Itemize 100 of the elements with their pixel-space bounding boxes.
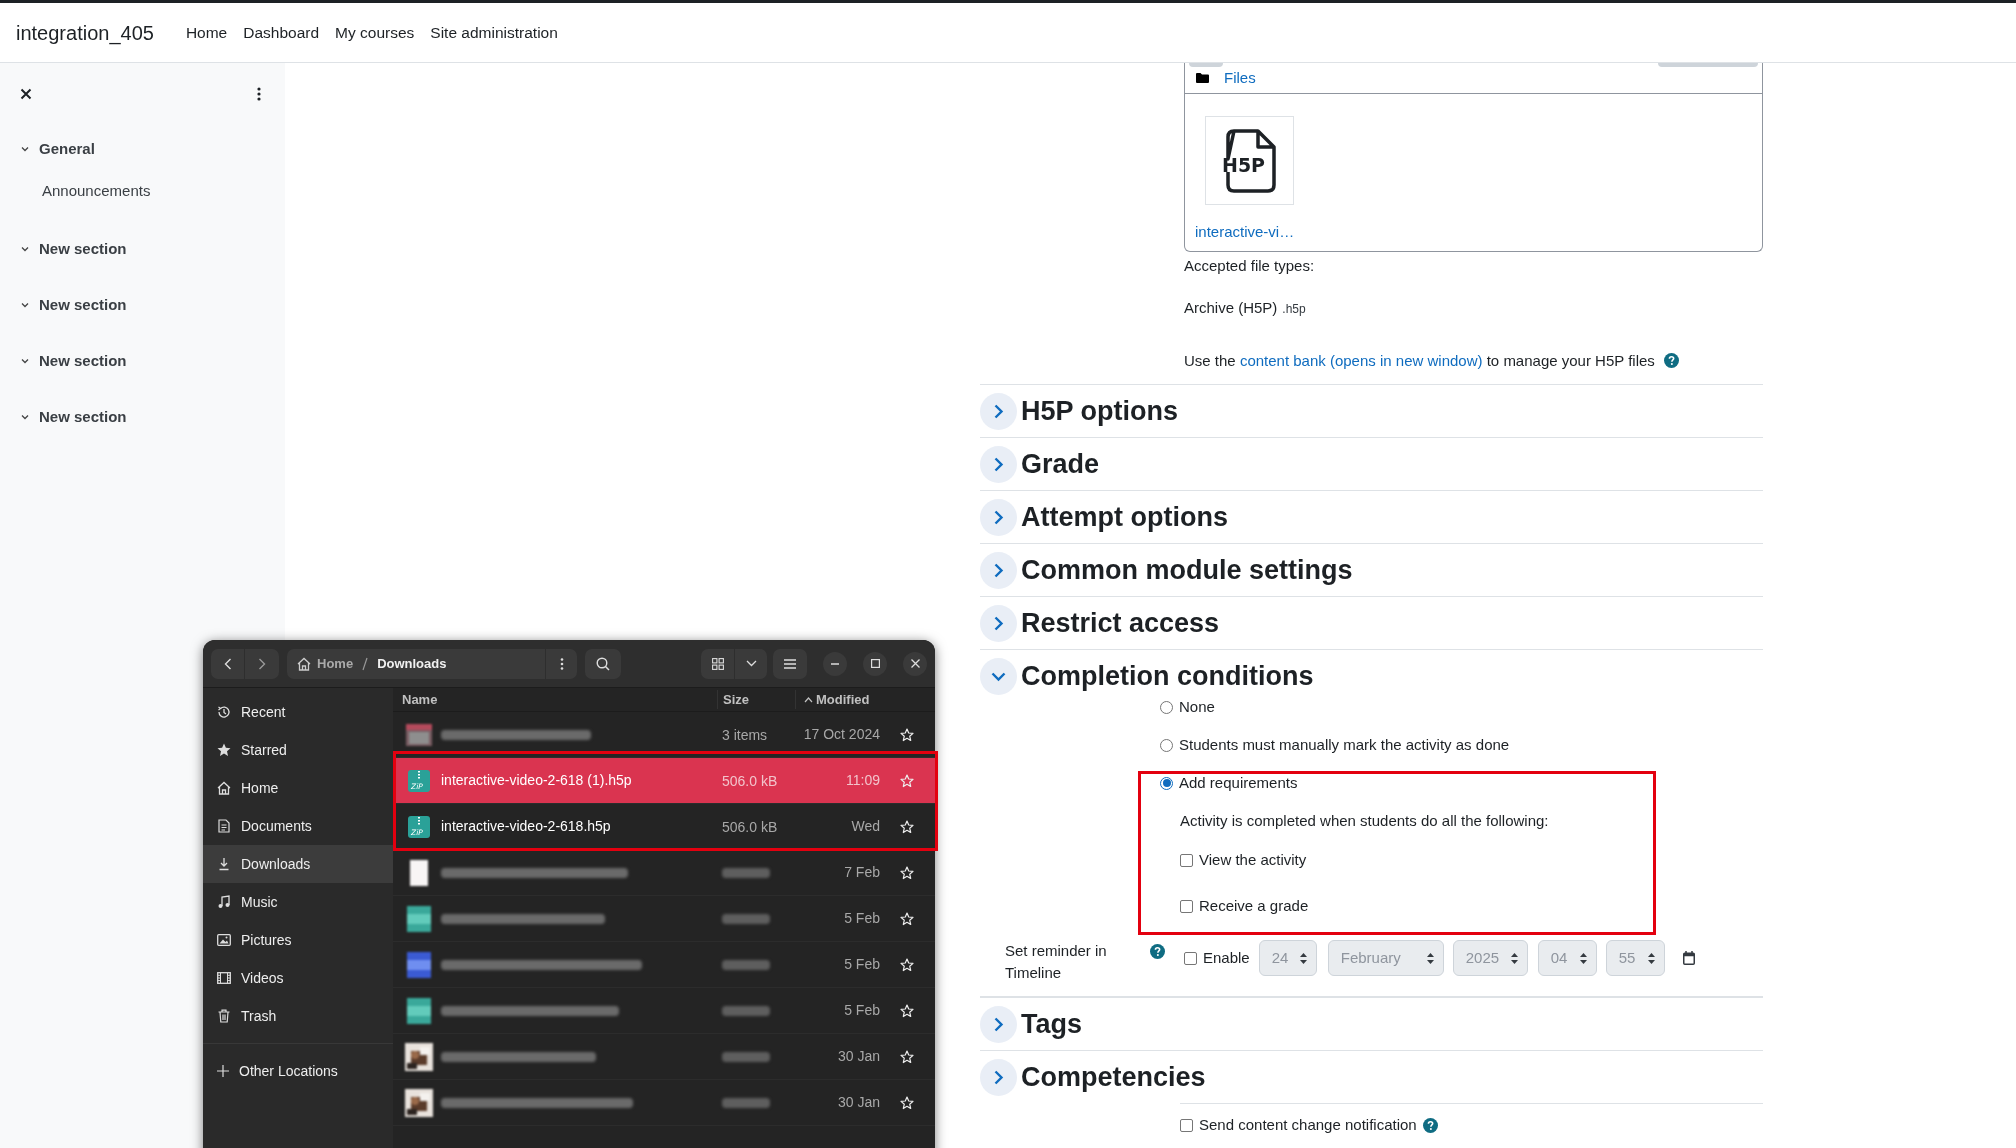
column-header[interactable]: Name bbox=[393, 689, 717, 710]
chevron-down-icon[interactable] bbox=[20, 412, 30, 422]
more-options-icon[interactable] bbox=[257, 87, 261, 101]
search-button[interactable] bbox=[585, 648, 621, 679]
section-heading[interactable]: H5P options bbox=[1021, 390, 1179, 432]
star-outline-icon[interactable] bbox=[900, 727, 914, 742]
search-icon bbox=[596, 656, 610, 671]
checkbox[interactable] bbox=[1180, 899, 1193, 913]
help-icon[interactable] bbox=[1422, 1117, 1438, 1133]
close-button[interactable] bbox=[903, 651, 927, 676]
help-icon[interactable] bbox=[1663, 353, 1679, 369]
places-item[interactable]: Pictures bbox=[203, 921, 393, 959]
chevron-down-icon[interactable] bbox=[20, 144, 30, 154]
places-item[interactable]: Other Locations bbox=[203, 1052, 393, 1090]
section-heading[interactable]: Restrict access bbox=[1021, 602, 1220, 644]
up-down-arrows-icon bbox=[1579, 952, 1587, 964]
radio-button[interactable] bbox=[1160, 776, 1173, 790]
places-item[interactable]: Recent bbox=[203, 693, 393, 731]
chevron-right-icon[interactable] bbox=[980, 1058, 1017, 1096]
radio-button[interactable] bbox=[1160, 700, 1173, 714]
section-heading[interactable]: Completion conditions bbox=[1021, 655, 1314, 697]
chevron-right-icon[interactable] bbox=[980, 604, 1017, 642]
section-heading[interactable]: Tags bbox=[1021, 1003, 1082, 1045]
file-row[interactable]: 30 Jan bbox=[393, 1080, 935, 1126]
path-segment[interactable]: Downloads bbox=[377, 653, 447, 674]
column-header[interactable]: Size bbox=[717, 689, 795, 710]
section-heading[interactable]: Competencies bbox=[1021, 1056, 1206, 1098]
checkbox[interactable] bbox=[1180, 853, 1193, 867]
places-item[interactable]: Documents bbox=[203, 807, 393, 845]
star-outline-icon[interactable] bbox=[900, 1049, 914, 1064]
section-heading[interactable]: Attempt options bbox=[1021, 496, 1228, 538]
places-item[interactable]: Music bbox=[203, 883, 393, 921]
checkbox[interactable] bbox=[1180, 1118, 1193, 1132]
section-link[interactable]: New section bbox=[39, 293, 127, 317]
maximize-button[interactable] bbox=[863, 651, 887, 676]
star-icon bbox=[217, 743, 231, 757]
modified-date: 17 Oct 2024 bbox=[803, 725, 880, 744]
places-item[interactable]: Trash bbox=[203, 997, 393, 1035]
content-bank-link[interactable]: content bank (opens in new window) bbox=[1239, 351, 1483, 369]
file-row[interactable]: 7 Feb bbox=[393, 850, 935, 896]
places-item[interactable]: Videos bbox=[203, 959, 393, 997]
places-item[interactable]: Home bbox=[203, 769, 393, 807]
file-thumbnail[interactable]: H5P bbox=[1205, 116, 1294, 205]
menu-button[interactable] bbox=[773, 648, 807, 679]
file-name-link[interactable]: interactive-vi… bbox=[1195, 221, 1762, 244]
checkbox[interactable] bbox=[1184, 951, 1197, 965]
file-row[interactable]: 5 Feb bbox=[393, 942, 935, 988]
section-link[interactable]: New section bbox=[39, 405, 127, 429]
chevron-down-icon[interactable] bbox=[980, 657, 1017, 695]
chevron-right-icon[interactable] bbox=[980, 445, 1017, 483]
up-down-arrows-icon bbox=[1647, 952, 1655, 964]
chevron-right-icon[interactable] bbox=[980, 498, 1017, 536]
activity-link[interactable]: Announcements bbox=[42, 182, 151, 199]
modified-date: 5 Feb bbox=[844, 1001, 880, 1020]
path-segment[interactable]: Home bbox=[317, 653, 354, 674]
places-item[interactable]: Downloads bbox=[203, 845, 393, 883]
section-heading[interactable]: Grade bbox=[1021, 443, 1100, 485]
file-size: 3 items bbox=[722, 726, 768, 743]
file-row[interactable]: 5 Feb bbox=[393, 988, 935, 1034]
minimize-button[interactable] bbox=[823, 651, 847, 676]
checkbox-label: Receive a grade bbox=[1199, 895, 1309, 916]
star-outline-icon[interactable] bbox=[900, 1095, 914, 1110]
chevron-right-icon[interactable] bbox=[980, 392, 1017, 430]
radio-button[interactable] bbox=[1160, 738, 1173, 752]
file-size: 506.0 kB bbox=[722, 772, 778, 789]
star-outline-icon[interactable] bbox=[900, 911, 914, 926]
star-outline-icon[interactable] bbox=[900, 773, 914, 788]
modified-date: 5 Feb bbox=[844, 909, 880, 928]
chevron-right-icon[interactable] bbox=[980, 1005, 1017, 1043]
star-outline-icon[interactable] bbox=[900, 865, 914, 880]
help-icon[interactable] bbox=[1150, 944, 1165, 959]
file-row[interactable]: 30 Jan bbox=[393, 1034, 935, 1080]
nav-link[interactable]: Dashboard bbox=[243, 20, 320, 45]
modified-date: 5 Feb bbox=[844, 955, 880, 974]
site-title[interactable]: integration_405 bbox=[16, 17, 154, 48]
modified-date: 30 Jan bbox=[837, 1047, 880, 1066]
chevron-down-icon[interactable] bbox=[20, 356, 30, 366]
section-heading[interactable]: Common module settings bbox=[1021, 549, 1353, 591]
field-label: Set reminder in Timeline bbox=[1005, 942, 1107, 981]
star-outline-icon[interactable] bbox=[900, 1003, 914, 1018]
star-outline-icon[interactable] bbox=[900, 957, 914, 972]
section-link[interactable]: General bbox=[39, 137, 95, 161]
nav-link[interactable]: My courses bbox=[335, 20, 415, 45]
section-link[interactable]: New section bbox=[39, 349, 127, 373]
places-item[interactable]: Starred bbox=[203, 731, 393, 769]
chevron-right-icon[interactable] bbox=[980, 551, 1017, 589]
chevron-left-icon bbox=[223, 657, 232, 670]
close-icon[interactable] bbox=[20, 88, 32, 100]
calendar-icon[interactable] bbox=[1682, 951, 1695, 965]
nav-link[interactable]: Home bbox=[185, 20, 228, 45]
chevron-down-icon[interactable] bbox=[20, 300, 30, 310]
folder-link[interactable]: Files bbox=[1224, 66, 1256, 90]
star-outline-icon[interactable] bbox=[900, 819, 914, 834]
nav-link[interactable]: Site administration bbox=[430, 20, 558, 45]
download-icon bbox=[217, 857, 231, 871]
section-link[interactable]: New section bbox=[39, 237, 127, 261]
up-down-arrows-icon bbox=[1426, 952, 1434, 964]
column-header[interactable]: Modified bbox=[816, 689, 870, 710]
file-row[interactable]: 5 Feb bbox=[393, 896, 935, 942]
chevron-down-icon[interactable] bbox=[20, 244, 30, 254]
